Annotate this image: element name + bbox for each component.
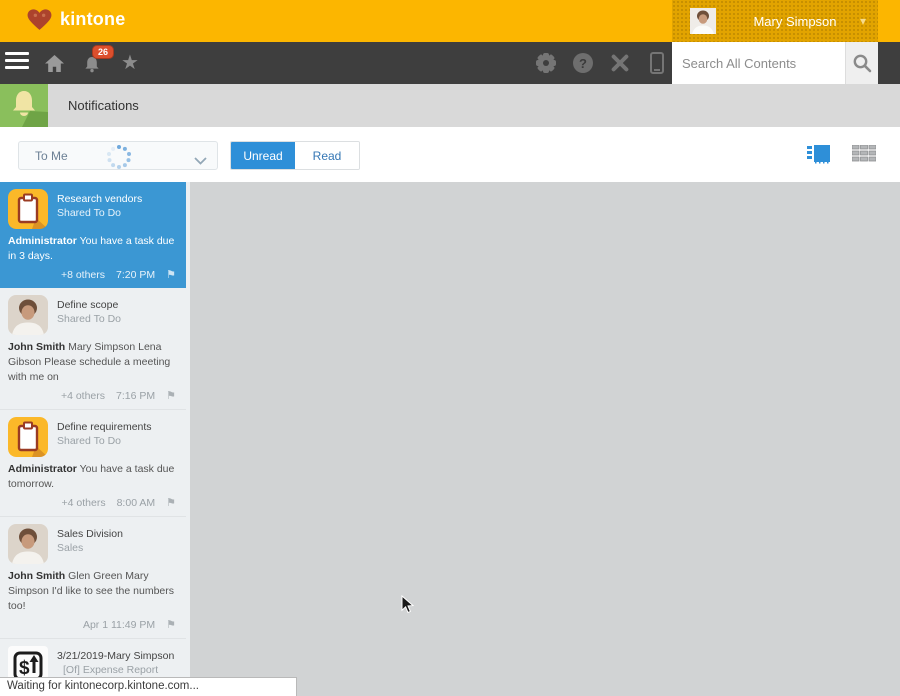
preview-view-icon[interactable] [807, 145, 830, 169]
notifications-app-icon [0, 84, 48, 127]
notification-title: Sales Division [57, 527, 123, 541]
top-header: kintone Mary Simpson ▾ [0, 0, 900, 42]
timestamp: Apr 1 11:49 PM [83, 617, 155, 633]
brand-name: kintone [60, 9, 125, 30]
chevron-down-icon: ▾ [860, 14, 866, 28]
todo-clipboard-icon [8, 417, 48, 457]
notification-meta: +4 others 8:00 AM ⚑ [8, 495, 178, 511]
read-tab[interactable]: Read [295, 142, 359, 169]
notifications-bell-icon[interactable]: 26 [80, 42, 104, 84]
notification-item[interactable]: Sales Division Sales John Smith Glen Gre… [0, 517, 186, 639]
flag-icon[interactable]: ⚑ [166, 617, 176, 633]
hamburger-menu-icon[interactable] [5, 52, 29, 74]
timestamp: 7:20 PM [116, 267, 155, 283]
flag-icon[interactable]: ⚑ [166, 495, 176, 511]
notification-meta: +8 others 7:20 PM ⚑ [8, 267, 178, 283]
notification-title: Research vendors [57, 192, 142, 206]
notification-meta: +4 others 7:16 PM ⚑ [8, 388, 178, 404]
notification-item[interactable]: Define scope Shared To Do John Smith Mar… [0, 288, 186, 410]
unread-tab[interactable]: Unread [231, 142, 295, 169]
user-avatar [8, 524, 48, 564]
read-state-toggle: Unread Read [230, 141, 360, 170]
kintone-heart-icon [26, 8, 53, 31]
notification-title: Define scope [57, 298, 121, 312]
home-icon[interactable] [42, 42, 66, 84]
flag-icon[interactable]: ⚑ [166, 388, 176, 404]
notification-message: John Smith Mary Simpson Lena Gibson Plea… [8, 340, 178, 385]
browser-status-bar: Waiting for kintonecorp.kintone.com... [0, 677, 297, 696]
notification-count-badge: 26 [92, 45, 114, 59]
admin-tools-icon[interactable] [608, 42, 632, 84]
kintone-logo[interactable]: kintone [26, 8, 125, 31]
notification-subtitle: Sales [57, 541, 123, 555]
dropdown-selected-value: To Me [35, 149, 68, 163]
search-icon [852, 53, 872, 73]
settings-gear-icon[interactable] [534, 42, 558, 84]
others-count: +4 others [62, 495, 106, 511]
svg-text:$: $ [19, 658, 30, 679]
user-name: Mary Simpson [730, 14, 860, 29]
notification-message: John Smith Glen Green Mary Simpson I'd l… [8, 569, 178, 614]
timestamp: 8:00 AM [117, 495, 156, 511]
todo-clipboard-icon [8, 189, 48, 229]
search-button[interactable] [845, 42, 878, 84]
notification-subtitle: Shared To Do [57, 434, 152, 448]
notification-list: Research vendors Shared To Do Administra… [0, 182, 190, 696]
help-icon[interactable]: ? [571, 42, 595, 84]
user-avatar [8, 295, 48, 335]
flag-icon[interactable]: ⚑ [166, 267, 176, 283]
timestamp: 7:16 PM [116, 388, 155, 404]
search-input[interactable] [672, 42, 845, 84]
favorites-star-icon[interactable]: ★ [118, 42, 142, 84]
notification-title: 3/21/2019-Mary Simpson [57, 649, 174, 663]
notification-message: Administrator You have a task due in 3 d… [8, 234, 178, 264]
others-count: +4 others [61, 388, 105, 404]
page-title: Notifications [68, 84, 139, 127]
user-avatar [690, 8, 716, 34]
notification-item[interactable]: Research vendors Shared To Do Administra… [0, 182, 186, 288]
notification-filter-dropdown[interactable]: To Me [18, 141, 218, 170]
mouse-cursor [401, 595, 414, 619]
notification-meta: Apr 1 11:49 PM ⚑ [8, 617, 178, 633]
notification-title: Define requirements [57, 420, 152, 434]
chevron-down-icon [194, 152, 207, 170]
notification-subtitle: Shared To Do [57, 206, 142, 220]
global-search [672, 42, 878, 84]
user-menu[interactable]: Mary Simpson ▾ [672, 0, 878, 42]
notification-message: Administrator You have a task due tomorr… [8, 462, 178, 492]
notification-subtitle: [Of] Expense Report [57, 663, 174, 677]
notification-subtitle: Shared To Do [57, 312, 121, 326]
notification-detail-area [190, 182, 900, 696]
filter-bar: To Me Unread Read [0, 127, 900, 182]
loading-spinner-icon [105, 143, 133, 176]
main-toolbar: 26 ★ ? [0, 42, 900, 84]
notification-item[interactable]: Define requirements Shared To Do Adminis… [0, 410, 186, 517]
others-count: +8 others [61, 267, 105, 283]
grid-view-icon[interactable] [852, 145, 876, 169]
mobile-phone-icon[interactable] [645, 42, 669, 84]
page-header: Notifications [0, 84, 900, 127]
